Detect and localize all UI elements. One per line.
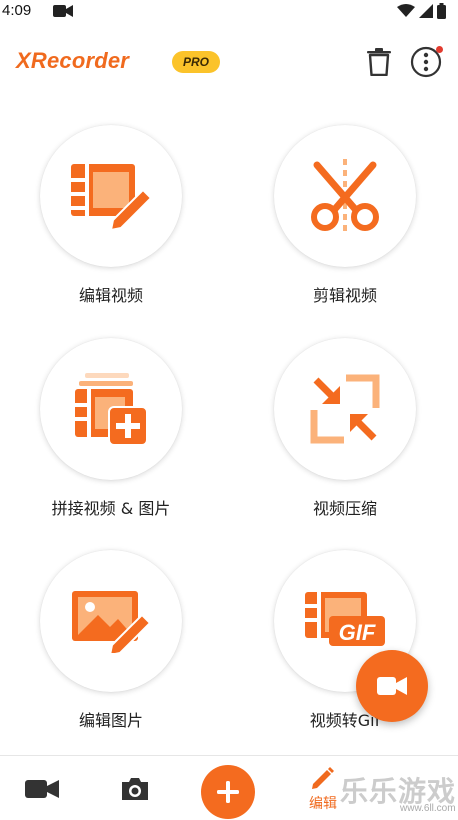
screen-record-icon (53, 5, 73, 17)
film-merge-icon (75, 373, 148, 445)
feature-icon-circle[interactable] (40, 550, 182, 692)
trash-icon (367, 48, 391, 76)
film-edit-icon (71, 164, 153, 230)
nav-add-button[interactable] (201, 765, 255, 819)
signal-icon (419, 4, 433, 18)
app-header: XRecorder PRO (0, 38, 458, 88)
feature-label: 视频压缩 (312, 499, 377, 518)
watermark-url: www.6ll.com (400, 803, 456, 814)
image-edit-icon (72, 591, 152, 653)
pencil-icon (312, 766, 334, 789)
feature-trim-video[interactable]: 剪辑视频 (250, 125, 430, 315)
status-time: 4:09 (2, 2, 32, 19)
notification-dot (436, 46, 443, 53)
feature-label: 编辑图片 (78, 711, 143, 730)
status-icons (397, 2, 446, 20)
feature-compress[interactable]: 视频压缩 (250, 338, 430, 528)
more-options-button[interactable] (409, 44, 443, 80)
camera-icon (122, 777, 148, 800)
battery-icon (437, 3, 446, 19)
nav-videos-tab[interactable] (20, 756, 64, 820)
compress-icon (310, 374, 380, 444)
feature-icon-circle[interactable] (40, 125, 182, 267)
nav-screenshots-tab[interactable] (113, 756, 157, 820)
feature-icon-circle[interactable] (40, 338, 182, 480)
svg-text:GIF: GIF (339, 620, 376, 645)
feature-label: 拼接视频 & 图片 (51, 499, 171, 518)
feature-edit-image[interactable]: 编辑图片 (16, 550, 196, 740)
plus-icon (217, 781, 239, 803)
video-camera-icon (377, 677, 407, 695)
wifi-icon (397, 4, 415, 17)
app-logo: XRecorder (16, 48, 130, 73)
feature-merge[interactable]: 拼接视频 & 图片 (16, 338, 196, 528)
feature-label: 编辑视频 (78, 286, 143, 305)
gif-icon: GIF (305, 592, 385, 646)
pro-badge[interactable]: PRO (172, 51, 220, 73)
feature-label: 剪辑视频 (312, 286, 377, 305)
nav-edit-label: 编辑 (309, 795, 337, 812)
feature-edit-video[interactable]: 编辑视频 (16, 125, 196, 315)
video-camera-icon (25, 779, 59, 798)
scissors-icon (311, 159, 379, 233)
feature-icon-circle[interactable] (274, 338, 416, 480)
feature-icon-circle[interactable] (274, 125, 416, 267)
delete-button[interactable] (362, 44, 396, 80)
watermark: 乐乐游戏 www.6ll.com (340, 770, 458, 820)
status-bar: 4:09 (0, 0, 458, 24)
record-fab-button[interactable] (356, 650, 428, 722)
